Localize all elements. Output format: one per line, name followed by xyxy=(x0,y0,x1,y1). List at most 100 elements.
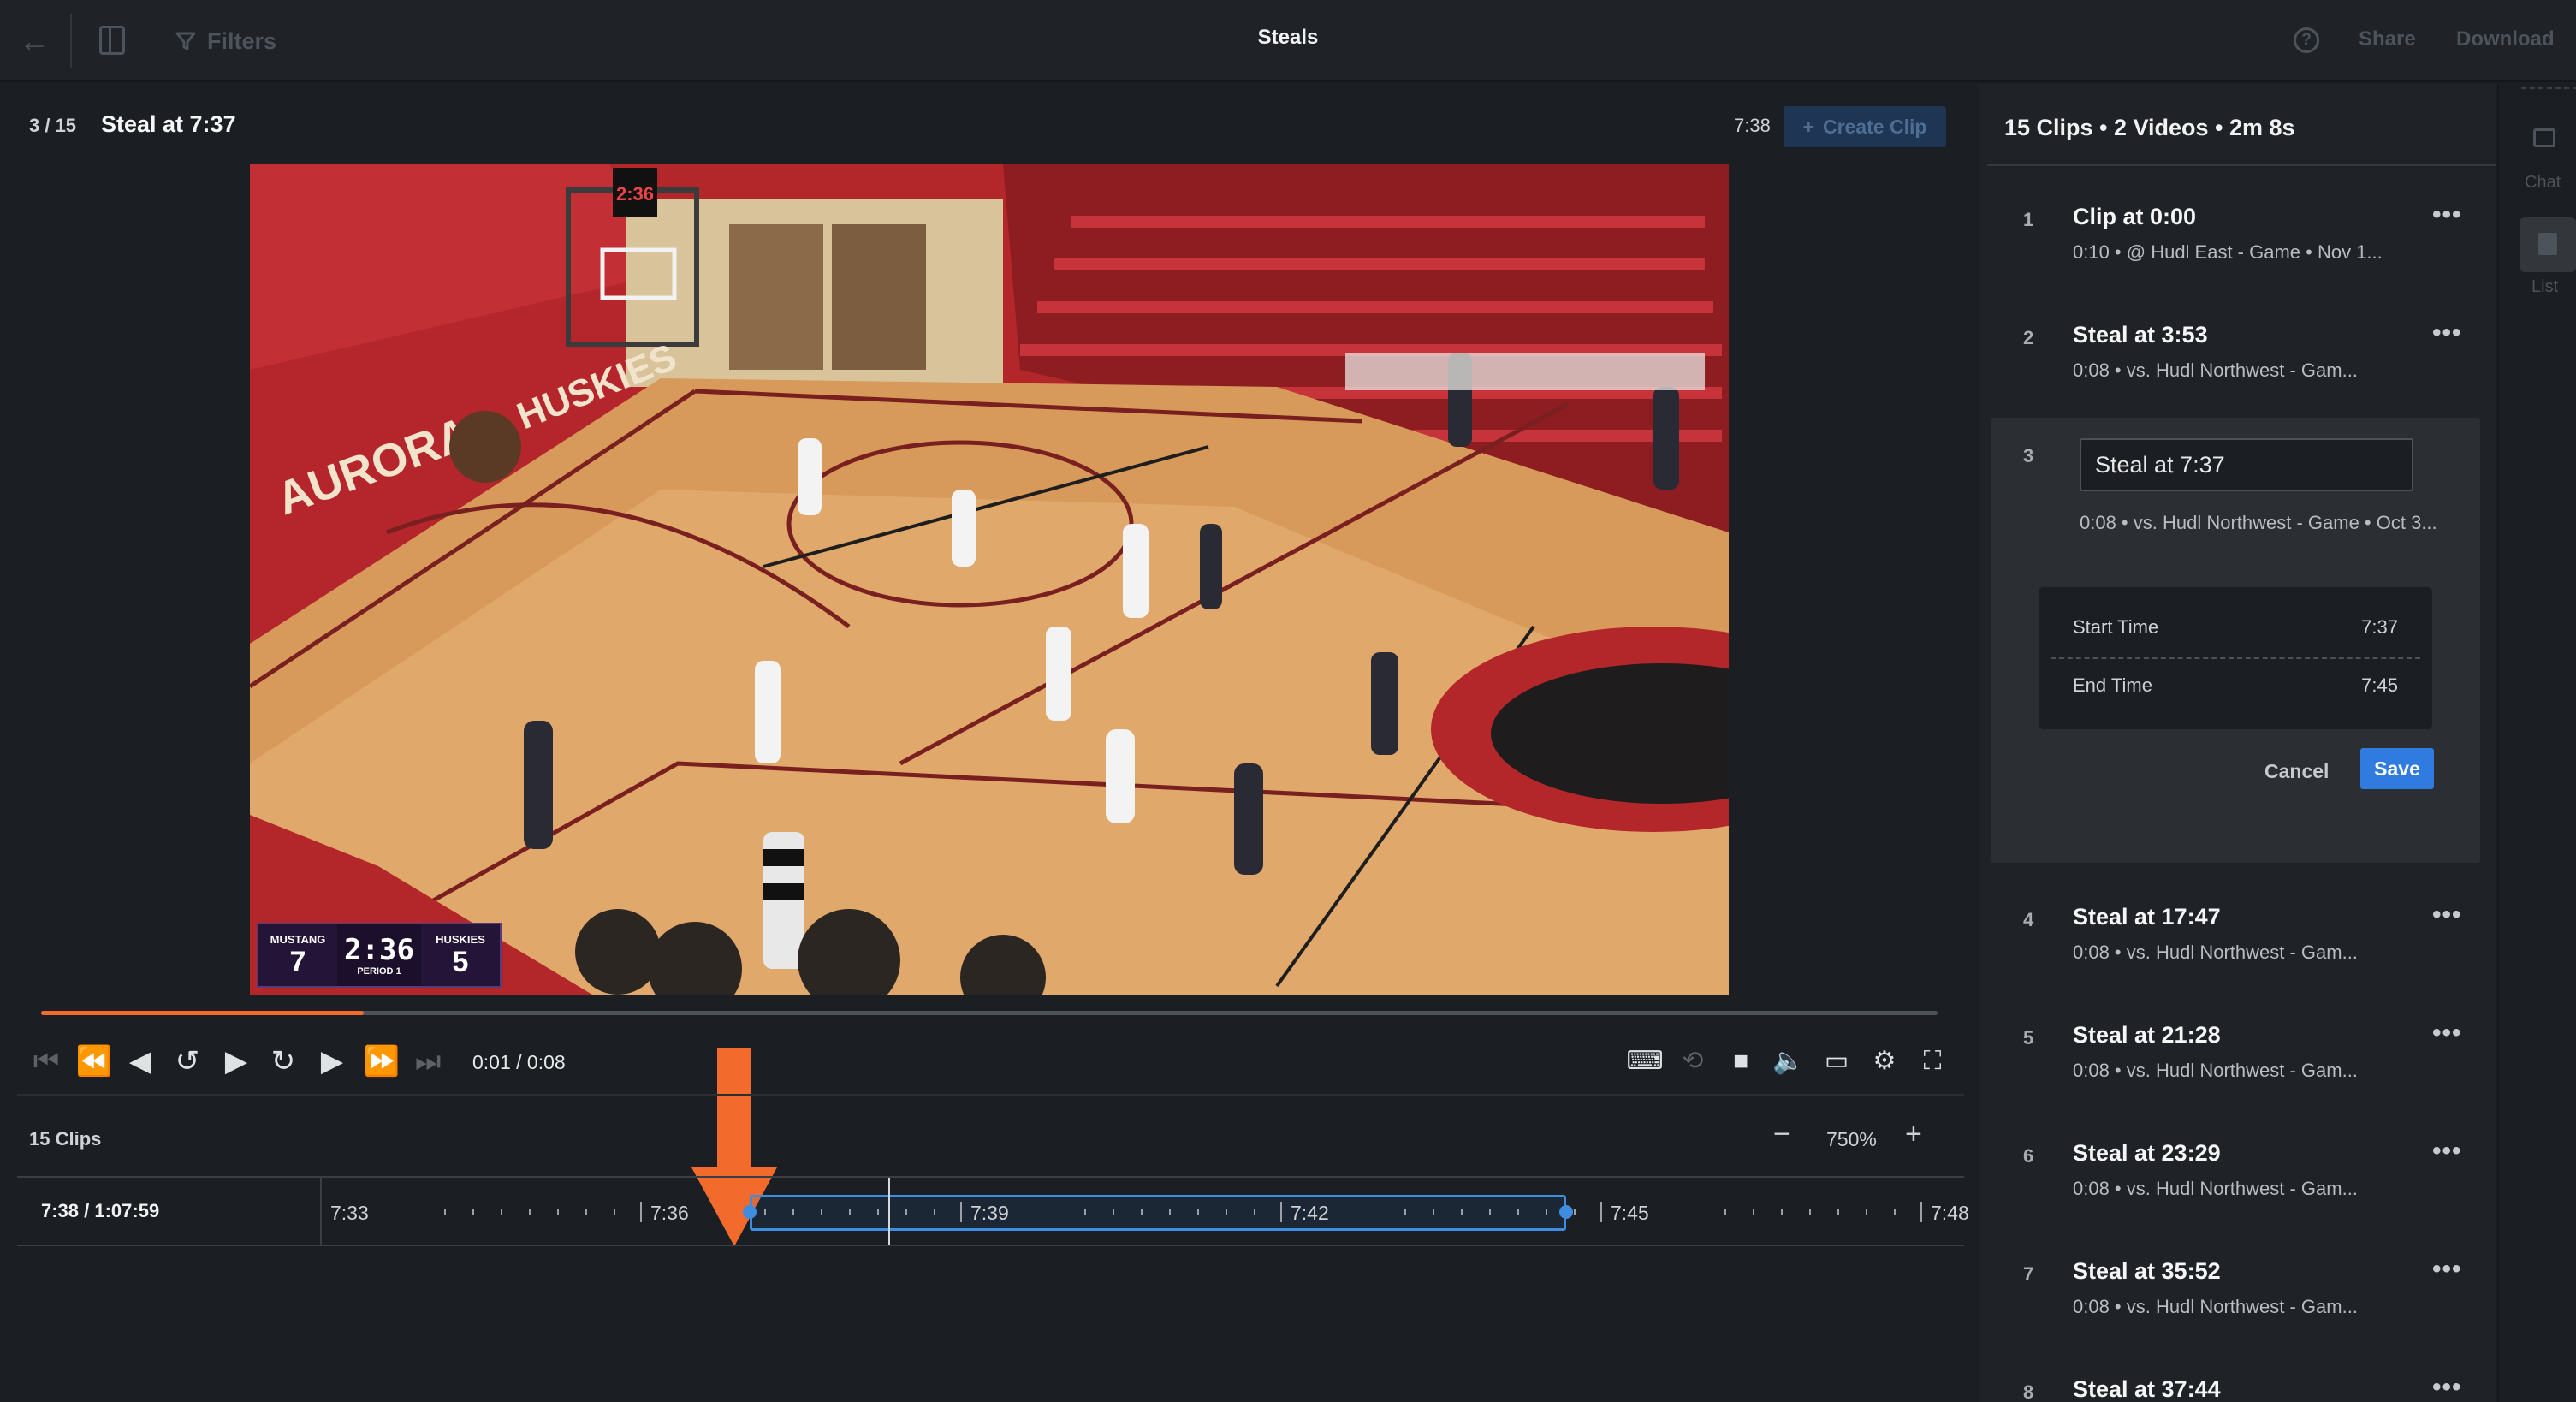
share-button[interactable]: Share xyxy=(2359,27,2416,51)
divider xyxy=(17,1094,1964,1096)
timeline-minor-tick xyxy=(877,1209,879,1215)
home-team-score: 7 xyxy=(289,945,306,978)
timeline-tick-label: 7:42 xyxy=(1291,1202,1329,1224)
away-team-score: 5 xyxy=(452,945,469,978)
download-button[interactable]: Download xyxy=(2456,27,2555,51)
skip-to-start-icon[interactable]: ⏮ xyxy=(29,1043,63,1080)
clip-list-item[interactable]: 7 Steal at 35:52 0:08 • vs. Hudl Northwe… xyxy=(1987,1233,2487,1351)
next-frame-icon[interactable]: ▶ xyxy=(315,1043,349,1080)
zoom-level: 750% xyxy=(1826,1128,1877,1150)
clip-list-item[interactable]: 1 Clip at 0:00 0:10 • @ Hudl East - Game… xyxy=(1987,178,2487,296)
playback-progress-bar[interactable] xyxy=(41,1011,1938,1015)
keyboard-shortcuts-icon[interactable]: ⌨ xyxy=(1626,1043,1664,1080)
list-view-button[interactable] xyxy=(2520,217,2576,272)
skip-to-end-icon[interactable]: ⏭ xyxy=(411,1043,445,1080)
period-indicator: PERIOD 1 xyxy=(357,966,401,977)
volume-icon[interactable]: 🔈 xyxy=(1770,1043,1807,1080)
timeline-major-tick xyxy=(1600,1202,1602,1222)
previous-frame-icon[interactable]: ◀ xyxy=(123,1043,157,1080)
clip-item-meta: 0:10 • @ Hudl East - Game • Nov 1... xyxy=(2073,241,2383,263)
more-options-icon[interactable]: ••• xyxy=(2432,1019,2462,1048)
timeline-playhead[interactable] xyxy=(888,1178,890,1245)
timeline-minor-tick xyxy=(1753,1209,1754,1215)
more-options-icon[interactable]: ••• xyxy=(2432,1373,2462,1402)
start-time-row[interactable]: Start Time 7:37 xyxy=(2073,616,2398,639)
list-label[interactable]: List xyxy=(2531,277,2558,297)
clip-time-range-box: Start Time 7:37 End Time 7:45 xyxy=(2039,587,2432,729)
more-options-icon[interactable]: ••• xyxy=(2432,200,2462,229)
clip-list-item[interactable]: 8 Steal at 37:44 ••• xyxy=(1987,1351,2487,1402)
clip-timeline[interactable]: 7:38 / 1:07:59 7:33 7:36 7:39 7:42 7:45 7:48 xyxy=(17,1176,1969,1246)
chat-icon[interactable] xyxy=(2533,128,2555,147)
timeline-minor-tick xyxy=(444,1209,446,1215)
timeline-minor-tick xyxy=(501,1209,502,1215)
timeline-minor-tick xyxy=(1489,1209,1491,1215)
forward-5-seconds-icon[interactable]: ↻ xyxy=(264,1043,303,1080)
timeline-minor-tick xyxy=(1781,1209,1783,1215)
clip-item-meta: 0:08 • vs. Hudl Northwest - Gam... xyxy=(2073,1178,2358,1199)
timeline-minor-tick xyxy=(1113,1209,1114,1215)
more-options-icon[interactable]: ••• xyxy=(2432,1137,2462,1166)
clip-number: 2 xyxy=(2023,327,2034,348)
clip-list-item[interactable]: 2 Steal at 3:53 0:08 • vs. Hudl Northwes… xyxy=(1987,296,2487,414)
clips-count-label: 15 Clips xyxy=(29,1128,102,1150)
away-team: HUSKIES 5 xyxy=(421,924,500,986)
zoom-in-button[interactable]: + xyxy=(1905,1118,1922,1151)
end-time-row[interactable]: End Time 7:45 xyxy=(2073,674,2398,697)
timeline-minor-tick xyxy=(1461,1209,1463,1215)
timeline-minor-tick xyxy=(764,1209,766,1215)
clip-list-item[interactable]: 5 Steal at 21:28 0:08 • vs. Hudl Northwe… xyxy=(1987,996,2487,1114)
cancel-button[interactable]: Cancel xyxy=(2264,760,2329,783)
clip-number: 6 xyxy=(2023,1145,2034,1167)
timeline-minor-tick xyxy=(1546,1209,1547,1215)
shot-clock-text: 2:36 xyxy=(616,183,654,205)
clip-number: 7 xyxy=(2023,1263,2034,1285)
clip-item-meta: 0:08 • vs. Hudl Northwest - Gam... xyxy=(2073,942,2358,963)
selection-start-handle[interactable] xyxy=(743,1205,757,1219)
selection-end-handle[interactable] xyxy=(1559,1205,1573,1219)
clip-title-input[interactable] xyxy=(2080,438,2413,491)
timeline-major-tick xyxy=(640,1202,642,1222)
clip-number: 3 xyxy=(2023,445,2034,466)
play-icon[interactable]: ▶ xyxy=(219,1043,253,1080)
more-options-icon[interactable]: ••• xyxy=(2432,900,2462,930)
game-clock-panel: 2:36 PERIOD 1 xyxy=(337,924,421,986)
playback-progress-fill xyxy=(41,1011,364,1015)
back-5-seconds-icon[interactable]: ↺ xyxy=(168,1043,207,1080)
more-options-icon[interactable]: ••• xyxy=(2432,1255,2462,1284)
clip-item-meta: 0:08 • vs. Hudl Northwest - Gam... xyxy=(2073,1296,2358,1317)
camera-angle-icon[interactable]: ■ xyxy=(1722,1043,1760,1080)
rewind-icon[interactable]: ⏪ xyxy=(74,1043,115,1080)
current-time-marker: 7:38 xyxy=(1734,115,1771,136)
zoom-out-button[interactable]: − xyxy=(1773,1118,1790,1151)
fullscreen-icon[interactable]: ⛶ xyxy=(1914,1043,1951,1080)
picture-in-picture-icon[interactable]: ▭ xyxy=(1818,1043,1855,1080)
clip-list-item[interactable]: 4 Steal at 17:47 0:08 • vs. Hudl Northwe… xyxy=(1987,878,2487,996)
timeline-minor-tick xyxy=(1404,1209,1406,1215)
clip-list-item[interactable]: 6 Steal at 23:29 0:08 • vs. Hudl Northwe… xyxy=(1987,1114,2487,1233)
timeline-minor-tick xyxy=(1169,1209,1171,1215)
more-options-icon[interactable]: ••• xyxy=(2432,318,2462,348)
clip-item-title: Clip at 0:00 xyxy=(2073,204,2197,229)
away-team-name: HUSKIES xyxy=(436,932,485,946)
scoreboard: MUSTANG 7 2:36 PERIOD 1 HUSKIES 5 xyxy=(257,923,502,988)
plus-icon: + xyxy=(1802,115,1814,138)
clip-selection-range[interactable] xyxy=(750,1195,1566,1231)
chat-label[interactable]: Chat xyxy=(2525,173,2561,193)
divider xyxy=(2521,87,2576,89)
fast-forward-icon[interactable]: ⏩ xyxy=(361,1043,402,1080)
create-clip-label: Create Clip xyxy=(1823,115,1927,138)
loop-icon[interactable]: ⟲ xyxy=(1674,1043,1712,1080)
timeline-minor-tick xyxy=(1574,1209,1576,1215)
settings-gear-icon[interactable]: ⚙ xyxy=(1866,1043,1903,1080)
timeline-minor-tick xyxy=(585,1209,587,1215)
timeline-ruler[interactable]: 7:33 7:36 7:39 7:42 7:45 7:48 xyxy=(323,1178,1969,1245)
create-clip-button[interactable]: + Create Clip xyxy=(1784,106,1946,147)
save-button[interactable]: Save xyxy=(2360,748,2434,789)
clip-item-meta: 0:08 • vs. Hudl Northwest - Gam... xyxy=(2073,359,2358,381)
timeline-minor-tick xyxy=(1809,1209,1811,1215)
game-clock: 2:36 xyxy=(344,933,414,967)
help-icon[interactable]: ? xyxy=(2294,27,2319,53)
list-icon xyxy=(2538,233,2557,255)
video-frame[interactable]: 2:36 AURORA HUSKIES MUSTANG 7 2:36 PERIO… xyxy=(250,164,1729,995)
